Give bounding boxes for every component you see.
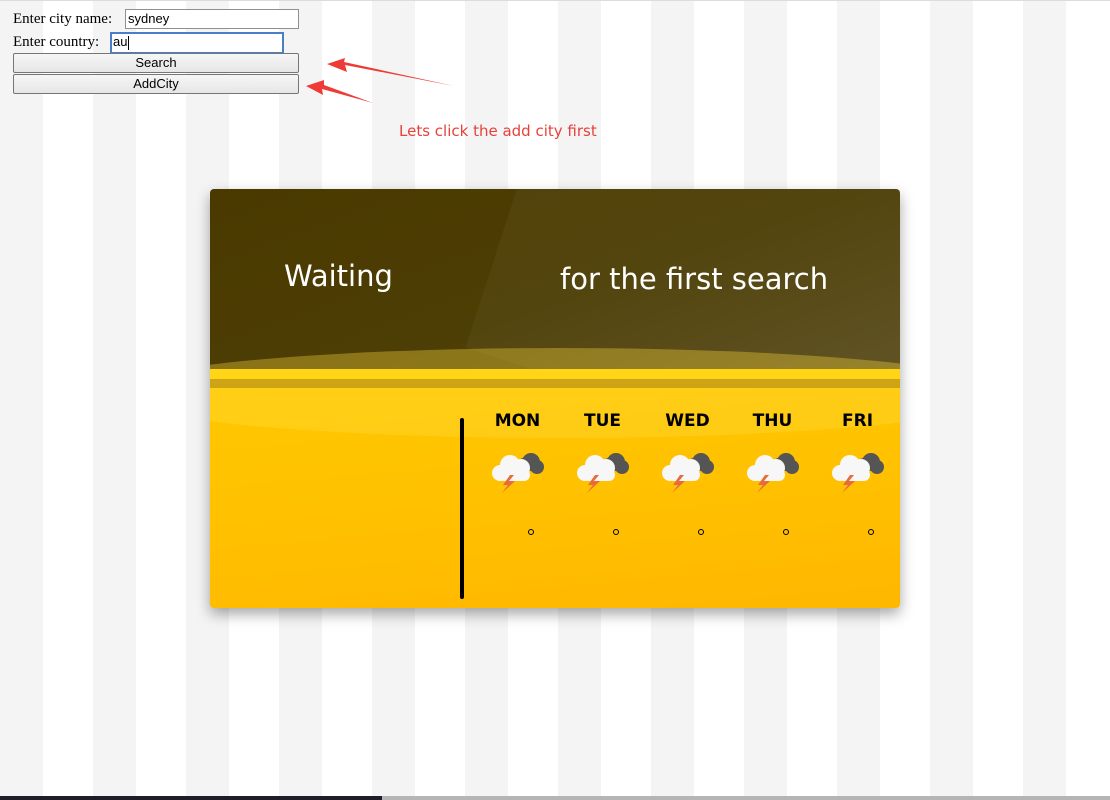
thunderstorm-icon [491, 453, 544, 493]
day-name: MON [494, 411, 541, 431]
temperature-degree [868, 529, 874, 535]
annotation-arrows [306, 58, 454, 103]
forecast-day-mon: MON [475, 411, 560, 535]
forecast-divider [460, 418, 464, 599]
day-name: TUE [583, 411, 621, 431]
weather-card: Waiting for the first search MON TUE WED… [210, 189, 900, 608]
taskbar-active [0, 796, 382, 800]
thunderstorm-icon [576, 453, 629, 493]
temperature-degree [698, 529, 704, 535]
day-name: THU [752, 411, 793, 431]
card-header: Waiting for the first search [210, 189, 900, 496]
arrow-to-search-icon [327, 58, 454, 86]
day-name: WED [665, 411, 710, 431]
city-title: Waiting [284, 259, 393, 293]
forecast-day-tue: TUE [560, 411, 645, 535]
thunderstorm-icon [746, 453, 799, 493]
thunderstorm-icon [831, 453, 884, 493]
day-name: FRI [841, 411, 874, 431]
annotation-text: Lets click the add city first [399, 122, 597, 140]
temperature-degree [528, 529, 534, 535]
status-title: for the first search [560, 262, 829, 296]
forecast-day-wed: WED [645, 411, 730, 535]
taskbar-strip [0, 796, 1110, 800]
arrow-to-addcity-icon [306, 80, 373, 103]
forecast-day-fri: FRI [815, 411, 900, 535]
forecast-day-thu: THU [730, 411, 815, 535]
forecast-panel: MON TUE WED THU FRI [210, 348, 900, 608]
temperature-degree [783, 529, 789, 535]
temperature-degree [613, 529, 619, 535]
thunderstorm-icon [661, 453, 714, 493]
